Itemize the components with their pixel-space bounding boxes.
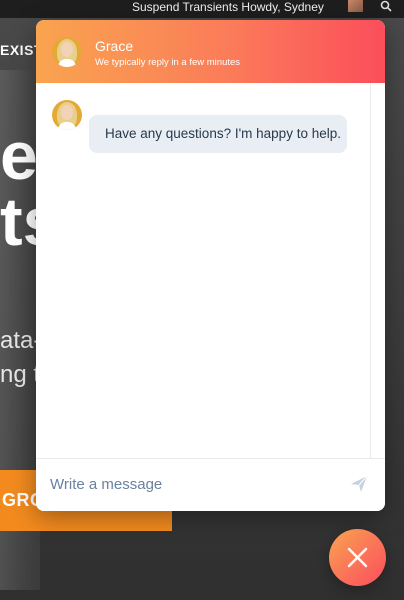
agent-status: We typically reply in a few minutes <box>95 57 241 68</box>
admin-bar-text[interactable]: Suspend Transients Howdy, Sydney <box>132 0 324 18</box>
send-icon[interactable] <box>349 474 369 494</box>
close-chat-button[interactable] <box>329 529 386 586</box>
agent-avatar <box>52 37 82 67</box>
message-avatar <box>52 100 82 130</box>
message-list: Have any questions? I'm happy to help. <box>36 83 385 458</box>
chat-header: Grace We typically reply in a few minute… <box>36 20 385 83</box>
search-icon[interactable] <box>380 0 392 12</box>
message-list-scrollbar[interactable] <box>370 83 371 458</box>
admin-avatar[interactable] <box>348 0 363 12</box>
admin-bar: Suspend Transients Howdy, Sydney <box>0 0 404 18</box>
message-input[interactable] <box>50 473 330 495</box>
chat-window: Grace We typically reply in a few minute… <box>36 20 385 511</box>
agent-name: Grace <box>95 38 134 54</box>
message-bubble: Have any questions? I'm happy to help. <box>89 115 347 153</box>
message-composer <box>36 458 385 511</box>
close-icon <box>347 547 368 568</box>
